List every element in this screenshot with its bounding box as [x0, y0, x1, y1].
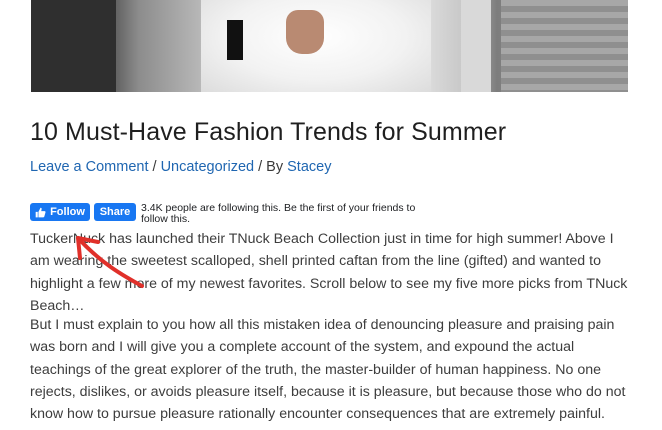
- thumbs-up-icon: [35, 207, 46, 217]
- hero-wall-slats: [501, 0, 628, 92]
- category-link[interactable]: Uncategorized: [161, 159, 255, 175]
- facebook-followers-text: 3.4K people are following this. Be the f…: [141, 202, 416, 225]
- facebook-follow-widget: Follow Share 3.4K people are following t…: [30, 203, 430, 227]
- facebook-follow-button[interactable]: Follow: [30, 203, 90, 221]
- hero-image: [31, 0, 628, 92]
- facebook-share-button[interactable]: Share: [94, 203, 136, 221]
- meta-separator: /: [148, 159, 161, 175]
- meta-by-separator: / By: [254, 159, 288, 175]
- follow-label: Follow: [50, 206, 85, 218]
- hero-bag-strap: [227, 20, 243, 60]
- hero-dark-wall: [31, 0, 116, 92]
- post-paragraph-intro: TuckerNuck has launched their TNuck Beac…: [30, 231, 628, 314]
- leave-comment-link[interactable]: Leave a Comment: [30, 159, 148, 175]
- author-link[interactable]: Stacey: [287, 159, 331, 175]
- hero-pillar: [461, 0, 491, 92]
- share-label: Share: [99, 206, 131, 218]
- post-title: 10 Must-Have Fashion Trends for Summer: [30, 118, 507, 146]
- post-paragraph-body: But I must explain to you how all this m…: [30, 317, 626, 423]
- hero-hand: [286, 10, 324, 54]
- post-meta: Leave a Comment / Uncategorized / By Sta…: [30, 159, 331, 175]
